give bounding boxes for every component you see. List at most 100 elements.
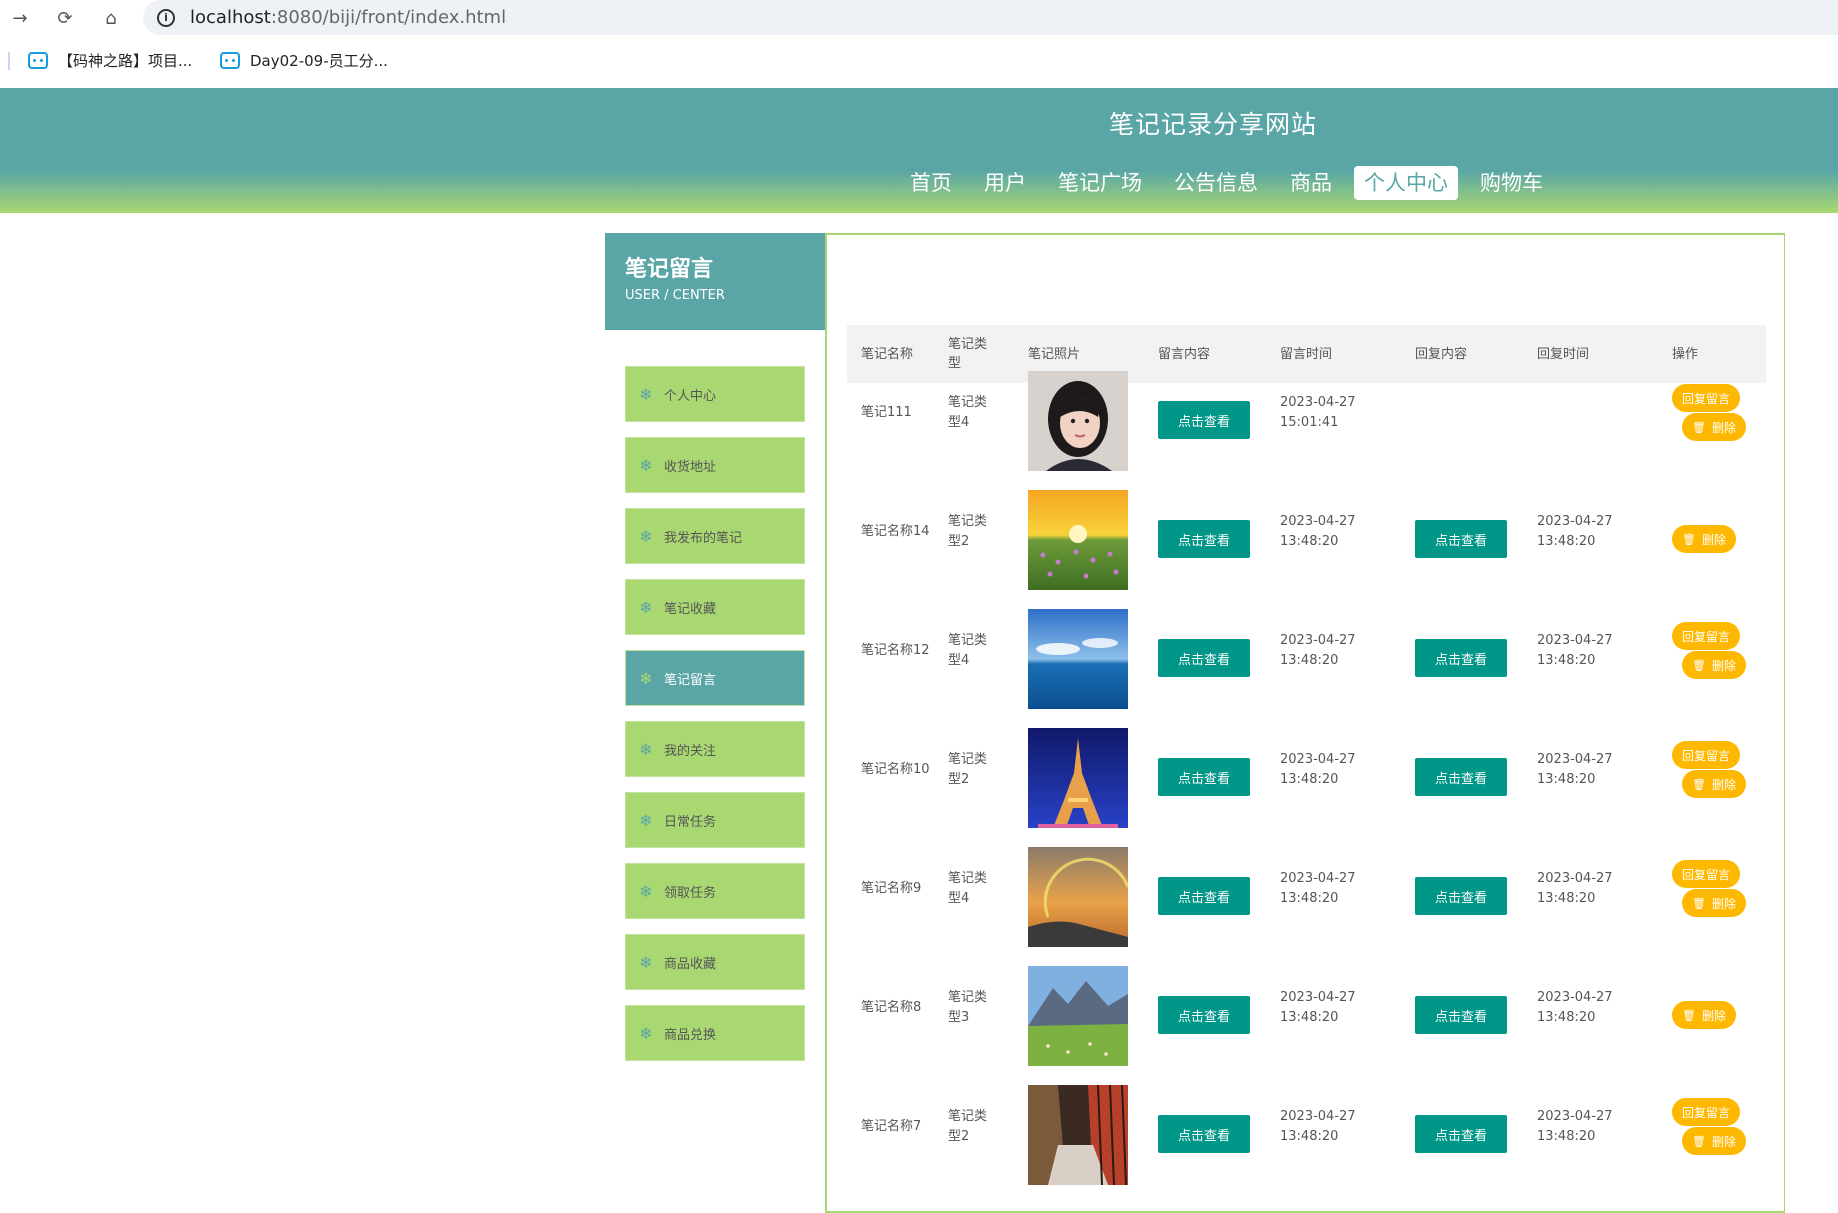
site-header: 笔记记录分享网站 首页 用户 笔记广场 公告信息 商品 个人中心 购物车	[0, 88, 1838, 213]
delete-label: 删除	[1701, 532, 1726, 547]
reload-icon[interactable]: ⟳	[49, 2, 81, 34]
site-title: 笔记记录分享网站	[1109, 110, 1318, 139]
snowflake-icon: ❄	[639, 597, 653, 617]
url-host: localhost	[190, 7, 271, 28]
sidebar-item-label: 我发布的笔记	[664, 530, 743, 546]
sidebar-item-following[interactable]: ❄ 我的关注	[625, 721, 805, 777]
nav-cart[interactable]: 购物车	[1470, 166, 1553, 200]
note-photo	[1028, 728, 1128, 828]
sidebar-item-note-favorites[interactable]: ❄ 笔记收藏	[625, 579, 805, 635]
view-reply-button[interactable]: 点击查看	[1415, 520, 1507, 558]
table-row: 笔记名称9 笔记类型4 点击查看 2023-04-27 13:48:20 点击查看 202…	[847, 837, 1766, 955]
bookmark-label: Day02-09-员工分...	[250, 52, 388, 70]
sidebar-item-address[interactable]: ❄ 收货地址	[625, 437, 805, 493]
sidebar-item-note-messages[interactable]: ❄ 笔记留言	[625, 650, 805, 706]
sidebar-item-label: 个人中心	[664, 388, 717, 404]
note-type: 笔记类型4	[948, 395, 988, 430]
view-reply-button[interactable]: 点击查看	[1415, 996, 1507, 1034]
sidebar-menu: ❄ 个人中心 ❄ 收货地址 ❄ 我发布的笔记 ❄ 笔记收藏 ❄ 笔记留言 ❄ 我的关注 ❄ 日…	[625, 366, 805, 1076]
snowflake-icon: ❄	[639, 668, 653, 688]
delete-label: 删除	[1711, 658, 1736, 673]
snowflake-icon: ❄	[639, 384, 653, 404]
trash-icon: 🗑	[1682, 532, 1696, 546]
note-name: 笔记名称12	[861, 643, 930, 658]
bookmark-item[interactable]: 【码神之路】项目...	[28, 50, 192, 71]
sidebar-item-label: 商品兑换	[664, 1027, 717, 1043]
delete-button[interactable]: 🗑 删除	[1672, 525, 1736, 553]
delete-button[interactable]: 🗑 删除	[1682, 770, 1746, 798]
table-row: 笔记111 笔记类型4 点击查看 2023-04-27 15:01:41 回复留言 🗑 删除	[847, 361, 1766, 479]
delete-button[interactable]: 🗑 删除	[1682, 651, 1746, 679]
message-time: 2023-04-27 13:48:20	[1280, 871, 1356, 906]
view-reply-button[interactable]: 点击查看	[1415, 1115, 1507, 1153]
sidebar-item-claim-tasks[interactable]: ❄ 领取任务	[625, 863, 805, 919]
view-message-button[interactable]: 点击查看	[1158, 401, 1250, 439]
note-photo	[1028, 1084, 1128, 1186]
bilibili-icon	[220, 52, 240, 69]
view-message-button[interactable]: 点击查看	[1158, 758, 1250, 796]
nav-users[interactable]: 用户	[974, 166, 1036, 200]
sidebar-item-product-exchange[interactable]: ❄ 商品兑换	[625, 1005, 805, 1061]
view-reply-button[interactable]: 点击查看	[1415, 877, 1507, 915]
nav-personal-center[interactable]: 个人中心	[1354, 166, 1458, 200]
bookmarks-bar: 【码神之路】项目... Day02-09-员工分...	[0, 44, 1838, 80]
delete-label: 删除	[1711, 777, 1736, 792]
sidebar-item-product-favorites[interactable]: ❄ 商品收藏	[625, 934, 805, 990]
reply-time: 2023-04-27 13:48:20	[1537, 990, 1613, 1025]
note-name: 笔记名称14	[861, 524, 930, 539]
reply-message-button[interactable]: 回复留言	[1672, 1098, 1741, 1126]
site-info-icon[interactable]: i	[157, 8, 175, 27]
bookmark-item[interactable]: Day02-09-员工分...	[220, 50, 388, 71]
view-reply-button[interactable]: 点击查看	[1415, 639, 1507, 677]
nav-announcements[interactable]: 公告信息	[1164, 166, 1268, 200]
snowflake-icon: ❄	[639, 1023, 653, 1043]
reply-message-button[interactable]: 回复留言	[1672, 384, 1741, 412]
delete-button[interactable]: 🗑 删除	[1682, 413, 1746, 441]
message-time: 2023-04-27 13:48:20	[1280, 1109, 1356, 1144]
note-photo	[1028, 966, 1128, 1066]
table-row: 笔记名称12 笔记类型4 点击查看 2023-04-27 13:48:20 点击查看 20…	[847, 599, 1766, 717]
forward-icon[interactable]: →	[4, 2, 36, 34]
view-message-button[interactable]: 点击查看	[1158, 639, 1250, 677]
trash-icon: 🗑	[1692, 777, 1706, 791]
delete-button[interactable]: 🗑 删除	[1672, 1001, 1736, 1029]
reply-message-button[interactable]: 回复留言	[1672, 741, 1741, 769]
message-time: 2023-04-27 13:48:20	[1280, 752, 1356, 787]
message-time: 2023-04-27 13:48:20	[1280, 514, 1356, 549]
trash-icon: 🗑	[1692, 1134, 1706, 1148]
sidebar-item-personal-center[interactable]: ❄ 个人中心	[625, 366, 805, 422]
note-name: 笔记111	[861, 405, 912, 420]
view-message-button[interactable]: 点击查看	[1158, 996, 1250, 1034]
snowflake-icon: ❄	[639, 739, 653, 759]
bookmarks-divider	[8, 52, 10, 70]
reply-message-button[interactable]: 回复留言	[1672, 860, 1741, 888]
url-path: :8080/biji/front/index.html	[270, 7, 507, 28]
note-type: 笔记类型2	[948, 752, 988, 787]
sidebar-subtitle: USER / CENTER	[625, 288, 725, 303]
note-photo	[1028, 490, 1128, 590]
nav-note-square[interactable]: 笔记广场	[1048, 166, 1152, 200]
reply-message-button[interactable]: 回复留言	[1672, 622, 1741, 650]
sidebar-item-daily-tasks[interactable]: ❄ 日常任务	[625, 792, 805, 848]
home-icon[interactable]: ⌂	[95, 2, 127, 34]
delete-button[interactable]: 🗑 删除	[1682, 889, 1746, 917]
note-photo	[1028, 609, 1128, 709]
view-message-button[interactable]: 点击查看	[1158, 520, 1250, 558]
sidebar-title: 笔记留言	[625, 257, 714, 282]
delete-button[interactable]: 🗑 删除	[1682, 1127, 1746, 1155]
nav-home[interactable]: 首页	[900, 166, 962, 200]
sidebar-item-label: 我的关注	[664, 743, 717, 759]
note-type: 笔记类型4	[948, 871, 988, 906]
bilibili-icon	[28, 52, 48, 69]
delete-label: 删除	[1711, 1134, 1736, 1149]
snowflake-icon: ❄	[639, 810, 653, 830]
delete-label: 删除	[1711, 420, 1736, 435]
sidebar-item-my-notes[interactable]: ❄ 我发布的笔记	[625, 508, 805, 564]
url-field[interactable]: i localhost:8080/biji/front/index.html	[143, 0, 1838, 35]
view-reply-button[interactable]: 点击查看	[1415, 758, 1507, 796]
view-message-button[interactable]: 点击查看	[1158, 1115, 1250, 1153]
nav-products[interactable]: 商品	[1280, 166, 1342, 200]
trash-icon: 🗑	[1692, 420, 1706, 434]
table-row: 笔记名称14 笔记类型2 点击查看 2023-04-27 13:48:20 点击查看 20…	[847, 480, 1766, 598]
view-message-button[interactable]: 点击查看	[1158, 877, 1250, 915]
